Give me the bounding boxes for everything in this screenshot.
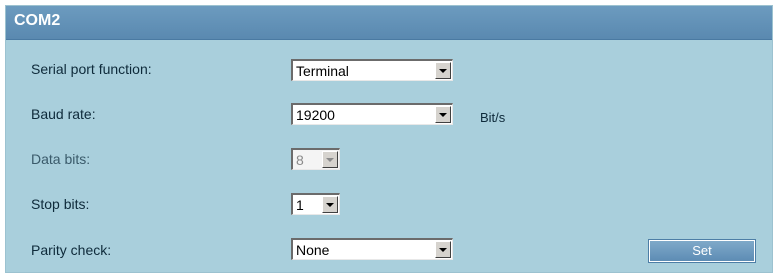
chevron-down-icon[interactable]: [435, 62, 451, 79]
baud-rate-unit: Bit/s: [480, 110, 506, 125]
panel-header: COM2: [6, 6, 772, 40]
data-bits-select: 8: [291, 148, 340, 170]
baud-rate-select[interactable]: 19200: [291, 103, 453, 125]
com2-settings-panel: COM2 Serial port function: Terminal Baud…: [5, 5, 773, 273]
serial-port-function-value: Terminal: [296, 63, 349, 79]
chevron-down-icon[interactable]: [322, 196, 338, 213]
set-button[interactable]: Set: [648, 239, 756, 263]
serial-port-function-select[interactable]: Terminal: [291, 59, 453, 81]
parity-check-select[interactable]: None: [291, 238, 453, 260]
stop-bits-value: 1: [296, 197, 304, 213]
chevron-down-icon[interactable]: [435, 106, 451, 123]
panel-title: COM2: [14, 12, 61, 29]
data-bits-value: 8: [296, 152, 304, 168]
serial-port-function-label: Serial port function:: [31, 61, 152, 77]
baud-rate-value: 19200: [296, 107, 335, 123]
parity-check-label: Parity check:: [31, 242, 112, 258]
stop-bits-select[interactable]: 1: [291, 193, 340, 215]
stop-bits-label: Stop bits:: [31, 196, 90, 212]
chevron-down-icon[interactable]: [435, 241, 451, 258]
parity-check-value: None: [296, 242, 330, 258]
data-bits-label: Data bits:: [31, 151, 91, 167]
baud-rate-label: Baud rate:: [31, 106, 96, 122]
chevron-down-icon: [322, 151, 338, 168]
